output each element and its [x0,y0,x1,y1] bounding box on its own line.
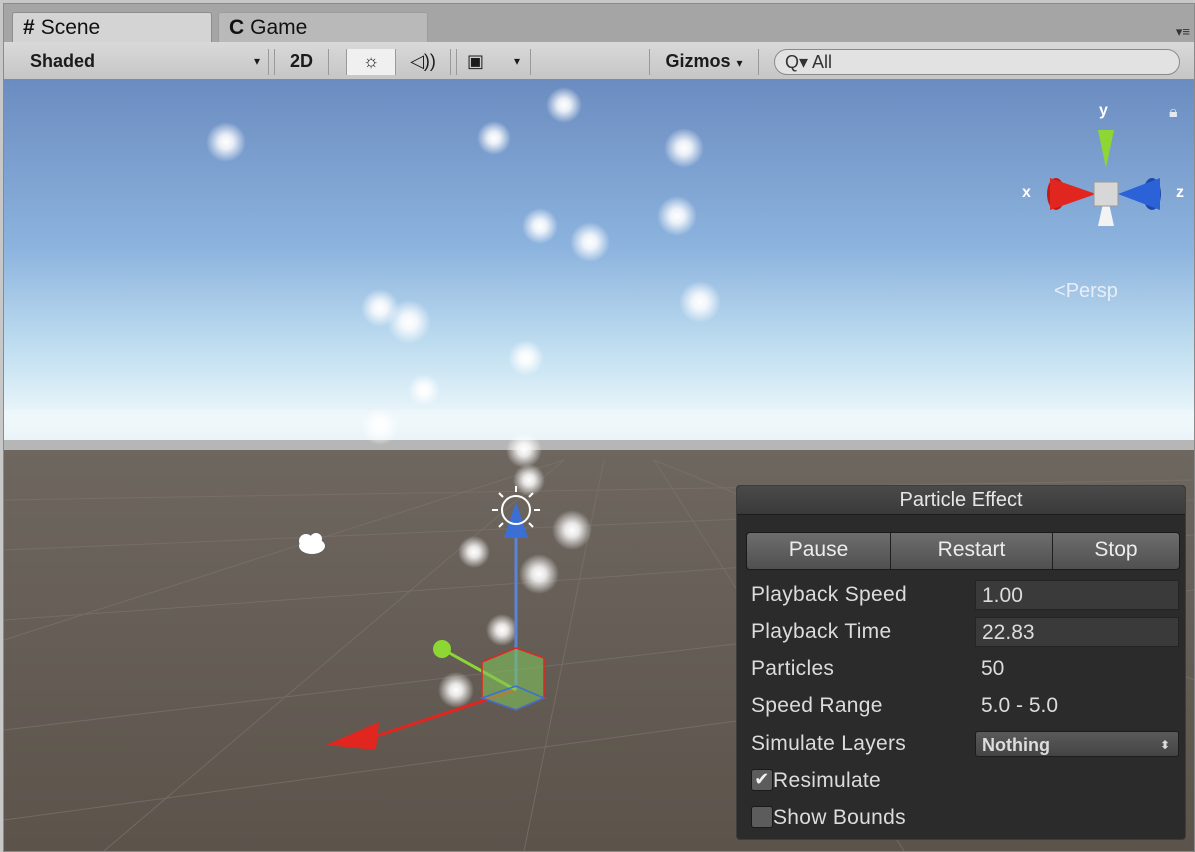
pacman-icon: C [229,16,245,39]
dropdown-arrow-icon: ▾ [513,54,520,68]
orientation-gizmo[interactable] [1014,100,1194,260]
resimulate-label: Resimulate [773,769,882,792]
sun-icon: ☼ [362,51,380,71]
dropdown-arrow-icon: ▾ [253,54,260,68]
playback-speed-label: Playback Speed [751,583,907,606]
particles-label: Particles [751,657,835,680]
search-input[interactable]: Q▾ All [774,49,1180,75]
particles-value: 50 [981,657,1005,680]
resimulate-control: ✔ Resimulate [751,766,881,796]
search-value: All [812,52,833,72]
gizmos-dropdown[interactable]: Gizmos ▾ [649,49,759,75]
simulate-layers-row: Simulate Layers Nothing ⬍ [751,729,1179,759]
horizon-haze [4,410,1194,450]
audio-toggle-button[interactable]: ◁)) [396,49,451,75]
projection-toggle[interactable]: <Persp [1054,280,1118,303]
simulate-layers-dropdown[interactable]: Nothing ⬍ [975,731,1179,757]
2d-toggle-label: 2D [289,51,313,71]
dropdown-arrow-icon: ▾ [736,56,743,70]
pause-button[interactable]: Pause [747,533,891,569]
y-axis-label: y [1099,102,1108,119]
search-icon: Q▾ [785,52,809,72]
tab-bar: # Scene C Game ▾≡ [4,4,1194,42]
panel-title: Particle Effect [737,486,1185,515]
cloud-icon[interactable] [299,533,325,554]
simulate-layers-label: Simulate Layers [751,732,907,755]
tab-game[interactable]: C Game [218,12,428,42]
shading-mode-label: Shaded [30,51,96,71]
show-bounds-label: Show Bounds [773,806,906,829]
particles-row: Particles 50 [751,654,1176,684]
resimulate-row[interactable]: ✔ Resimulate [751,766,1176,796]
show-bounds-row[interactable]: Show Bounds [751,803,1176,833]
projection-arrow-icon: < [1054,280,1066,302]
updown-arrow-icon: ⬍ [1159,738,1170,752]
lighting-toggle-button[interactable]: ☼ [346,49,396,75]
resimulate-checkbox[interactable]: ✔ [751,768,773,791]
tab-scene[interactable]: # Scene [12,12,212,42]
center-cube[interactable] [1093,181,1119,207]
stop-button[interactable]: Stop [1053,533,1179,569]
z-axis-label: z [1176,184,1184,201]
restart-button[interactable]: Restart [891,533,1053,569]
particle-effect-panel: Particle Effect Pause Restart Stop Playb… [736,485,1186,840]
z-cone[interactable] [1118,178,1160,210]
speaker-icon: ◁)) [410,51,436,71]
z-axis-handle [433,640,451,658]
playback-speed-row: Playback Speed 1.00 [751,580,1179,610]
y-cone[interactable] [1098,130,1114,168]
tab-menu-icon[interactable]: ▾≡ [1176,24,1190,40]
x-cone[interactable] [1050,178,1096,210]
show-bounds-checkbox[interactable] [751,805,773,828]
shading-mode-dropdown[interactable]: Shaded ▾ [14,49,269,75]
image-icon: ▣ [467,51,485,71]
projection-label: Persp [1065,280,1118,302]
playback-speed-field[interactable]: 1.00 [975,580,1179,610]
lock-icon[interactable]: 🔒︎ [1169,104,1178,122]
playback-time-row: Playback Time 22.83 [751,617,1179,647]
grid-icon: # [23,16,35,39]
x-axis-label: x [1022,184,1031,201]
2d-toggle-button[interactable]: 2D [274,49,329,75]
playback-time-field[interactable]: 22.83 [975,617,1179,647]
playback-buttons: Pause Restart Stop [746,532,1180,570]
simulate-layers-value: Nothing [982,735,1050,755]
gizmos-label: Gizmos [665,51,731,71]
tab-game-label: Game [250,16,308,39]
playback-time-label: Playback Time [751,620,892,643]
speed-range-value: 5.0 - 5.0 [981,694,1059,717]
show-bounds-control: Show Bounds [751,803,906,833]
speed-range-label: Speed Range [751,694,883,717]
scene-viewport[interactable]: y x z 🔒︎ <Persp Particle Effect Pause Re… [4,80,1194,851]
scene-toolbar: Shaded ▾ 2D ☼ ◁)) ▣ ▾ Gizmos ▾ Q▾ All [4,42,1194,80]
speed-range-row: Speed Range 5.0 - 5.0 [751,691,1176,721]
scene-window: # Scene C Game ▾≡ Shaded ▾ 2D ☼ ◁)) ▣ ▾ Gi… [3,3,1195,852]
tab-scene-label: Scene [40,16,101,39]
effects-dropdown-button[interactable]: ▣ ▾ [456,49,531,75]
